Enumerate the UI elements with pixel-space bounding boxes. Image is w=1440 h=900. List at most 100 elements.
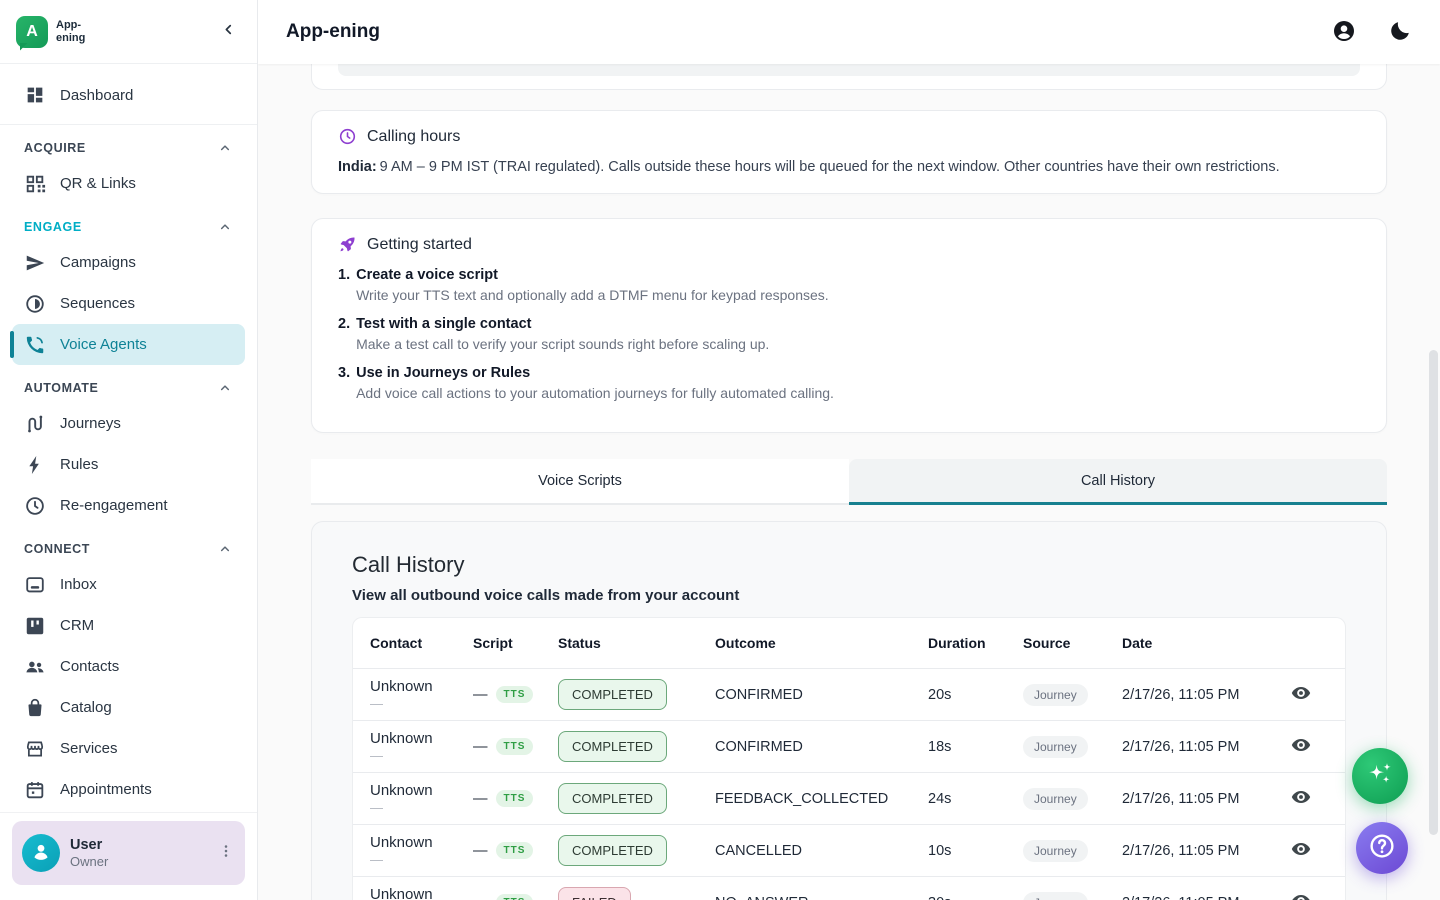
sidebar-item-journeys[interactable]: Journeys	[12, 403, 245, 444]
sidebar-item-re-engagement[interactable]: Re-engagement	[12, 485, 245, 526]
tts-badge: TTS	[496, 686, 534, 703]
chevron-left-icon	[220, 21, 237, 43]
sidebar-item-rules[interactable]: Rules	[12, 444, 245, 485]
sidebar-item-crm[interactable]: CRM	[12, 605, 245, 646]
column-header-outcome: Outcome	[715, 635, 928, 651]
chat-icon	[24, 574, 46, 596]
dark-mode-toggle[interactable]	[1388, 19, 1414, 45]
cell-duration: 18s	[928, 739, 1023, 755]
rocket-icon	[338, 235, 357, 254]
sidebar-item-campaigns[interactable]: Campaigns	[12, 242, 245, 283]
source-badge: Journey	[1023, 840, 1088, 862]
sidebar-logo-row: A App- ening	[0, 0, 257, 64]
call-history-panel: Call History View all outbound voice cal…	[311, 521, 1387, 900]
sidebar-item-services[interactable]: Services	[12, 728, 245, 769]
help-fab[interactable]	[1356, 822, 1408, 874]
question-mark-icon	[1367, 831, 1397, 866]
ai-assistant-fab[interactable]	[1352, 748, 1408, 804]
sidebar-section-label: ENGAGE	[24, 220, 82, 234]
sidebar-item-label: Sequences	[60, 295, 135, 312]
sidebar-section-acquire[interactable]: ACQUIRE	[12, 133, 245, 163]
column-header-status: Status	[558, 635, 715, 651]
calling-hours-card: Calling hours India:9 AM – 9 PM IST (TRA…	[311, 110, 1387, 194]
step-number: 1.	[338, 267, 350, 303]
view-call-button[interactable]	[1286, 732, 1316, 762]
cell-contact-sub: —	[370, 800, 473, 815]
eye-icon	[1290, 682, 1312, 708]
clock-icon	[24, 495, 46, 517]
cell-date: 2/17/26, 11:05 PM	[1122, 739, 1282, 755]
sidebar: A App- ening Dashboard ACQUIRE QR & Link…	[0, 0, 258, 900]
view-call-button[interactable]	[1286, 680, 1316, 710]
sidebar-item-label: QR & Links	[60, 175, 136, 192]
sidebar-item-qr-links[interactable]: QR & Links	[12, 163, 245, 204]
calling-hours-text: India:9 AM – 9 PM IST (TRAI regulated). …	[338, 159, 1360, 175]
chevron-up-icon	[217, 380, 233, 396]
step-title: Use in Journeys or Rules	[356, 365, 834, 381]
cell-outcome: NO_ANSWER	[715, 895, 928, 900]
step-description: Write your TTS text and optionally add a…	[356, 287, 829, 303]
call-history-row: Unknown — — TTS COMPLETED FEEDBACK_COLLE…	[353, 772, 1345, 824]
sidebar-section-label: AUTOMATE	[24, 381, 98, 395]
cell-script: —	[473, 687, 488, 703]
sidebar-item-label: Appointments	[60, 781, 152, 798]
eye-icon	[1290, 734, 1312, 760]
route-icon	[24, 413, 46, 435]
bag-icon	[24, 697, 46, 719]
send-icon	[24, 252, 46, 274]
tab-voice-scripts[interactable]: Voice Scripts	[311, 459, 849, 505]
brand-name-line2: ening	[56, 32, 85, 45]
cell-duration: 20s	[928, 687, 1023, 703]
eye-icon	[1290, 838, 1312, 864]
calendar-icon	[24, 779, 46, 801]
view-call-button[interactable]	[1286, 784, 1316, 814]
sidebar-item-voice-agents[interactable]: Voice Agents	[12, 324, 245, 365]
sidebar-item-sequences[interactable]: Sequences	[12, 283, 245, 324]
calling-hours-country: India:	[338, 159, 377, 175]
main-content: Calling hours India:9 AM – 9 PM IST (TRA…	[258, 64, 1440, 900]
tts-badge: TTS	[496, 842, 534, 859]
step-number: 3.	[338, 365, 350, 401]
dashboard-grid-icon	[24, 84, 46, 106]
bolt-icon	[24, 454, 46, 476]
account-button[interactable]	[1332, 19, 1358, 45]
status-badge: COMPLETED	[558, 731, 667, 762]
step-description: Add voice call actions to your automatio…	[356, 385, 834, 401]
cell-contact: Unknown	[370, 886, 473, 900]
sidebar-item-catalog[interactable]: Catalog	[12, 687, 245, 728]
page-scrollbar-thumb[interactable]	[1429, 350, 1438, 835]
status-badge: COMPLETED	[558, 679, 667, 710]
tab-call-history[interactable]: Call History	[849, 459, 1387, 505]
top-bar: App-ening	[258, 0, 1440, 64]
step-number: 2.	[338, 316, 350, 352]
cell-duration: 30s	[928, 895, 1023, 900]
sidebar-section-connect[interactable]: CONNECT	[12, 534, 245, 564]
sidebar-item-inbox[interactable]: Inbox	[12, 564, 245, 605]
cell-script: —	[473, 843, 488, 859]
sidebar-item-label: Re-engagement	[60, 497, 168, 514]
column-header-contact: Contact	[370, 635, 473, 651]
eye-icon	[1290, 890, 1312, 900]
sidebar-item-dashboard[interactable]: Dashboard	[12, 72, 245, 118]
sidebar-item-appointments[interactable]: Appointments	[12, 769, 245, 810]
column-header-duration: Duration	[928, 635, 1023, 651]
sidebar-item-label: Services	[60, 740, 118, 757]
sidebar-section-automate[interactable]: AUTOMATE	[12, 373, 245, 403]
storefront-icon	[24, 738, 46, 760]
chevron-up-icon	[217, 219, 233, 235]
sidebar-collapse-button[interactable]	[215, 19, 241, 45]
view-call-button[interactable]	[1286, 888, 1316, 900]
cell-script: —	[473, 739, 488, 755]
user-menu-button[interactable]	[217, 842, 235, 865]
tab-bar: Voice Scripts Call History	[311, 459, 1387, 505]
user-role: Owner	[70, 854, 108, 870]
source-badge: Journey	[1023, 892, 1088, 900]
sidebar-item-label: Catalog	[60, 699, 112, 716]
user-card[interactable]: User Owner	[12, 821, 245, 885]
sidebar-item-label: Journeys	[60, 415, 121, 432]
chevron-up-icon	[217, 541, 233, 557]
sidebar-section-engage[interactable]: ENGAGE	[12, 212, 245, 242]
tts-badge: TTS	[496, 738, 534, 755]
view-call-button[interactable]	[1286, 836, 1316, 866]
sidebar-item-contacts[interactable]: Contacts	[12, 646, 245, 687]
